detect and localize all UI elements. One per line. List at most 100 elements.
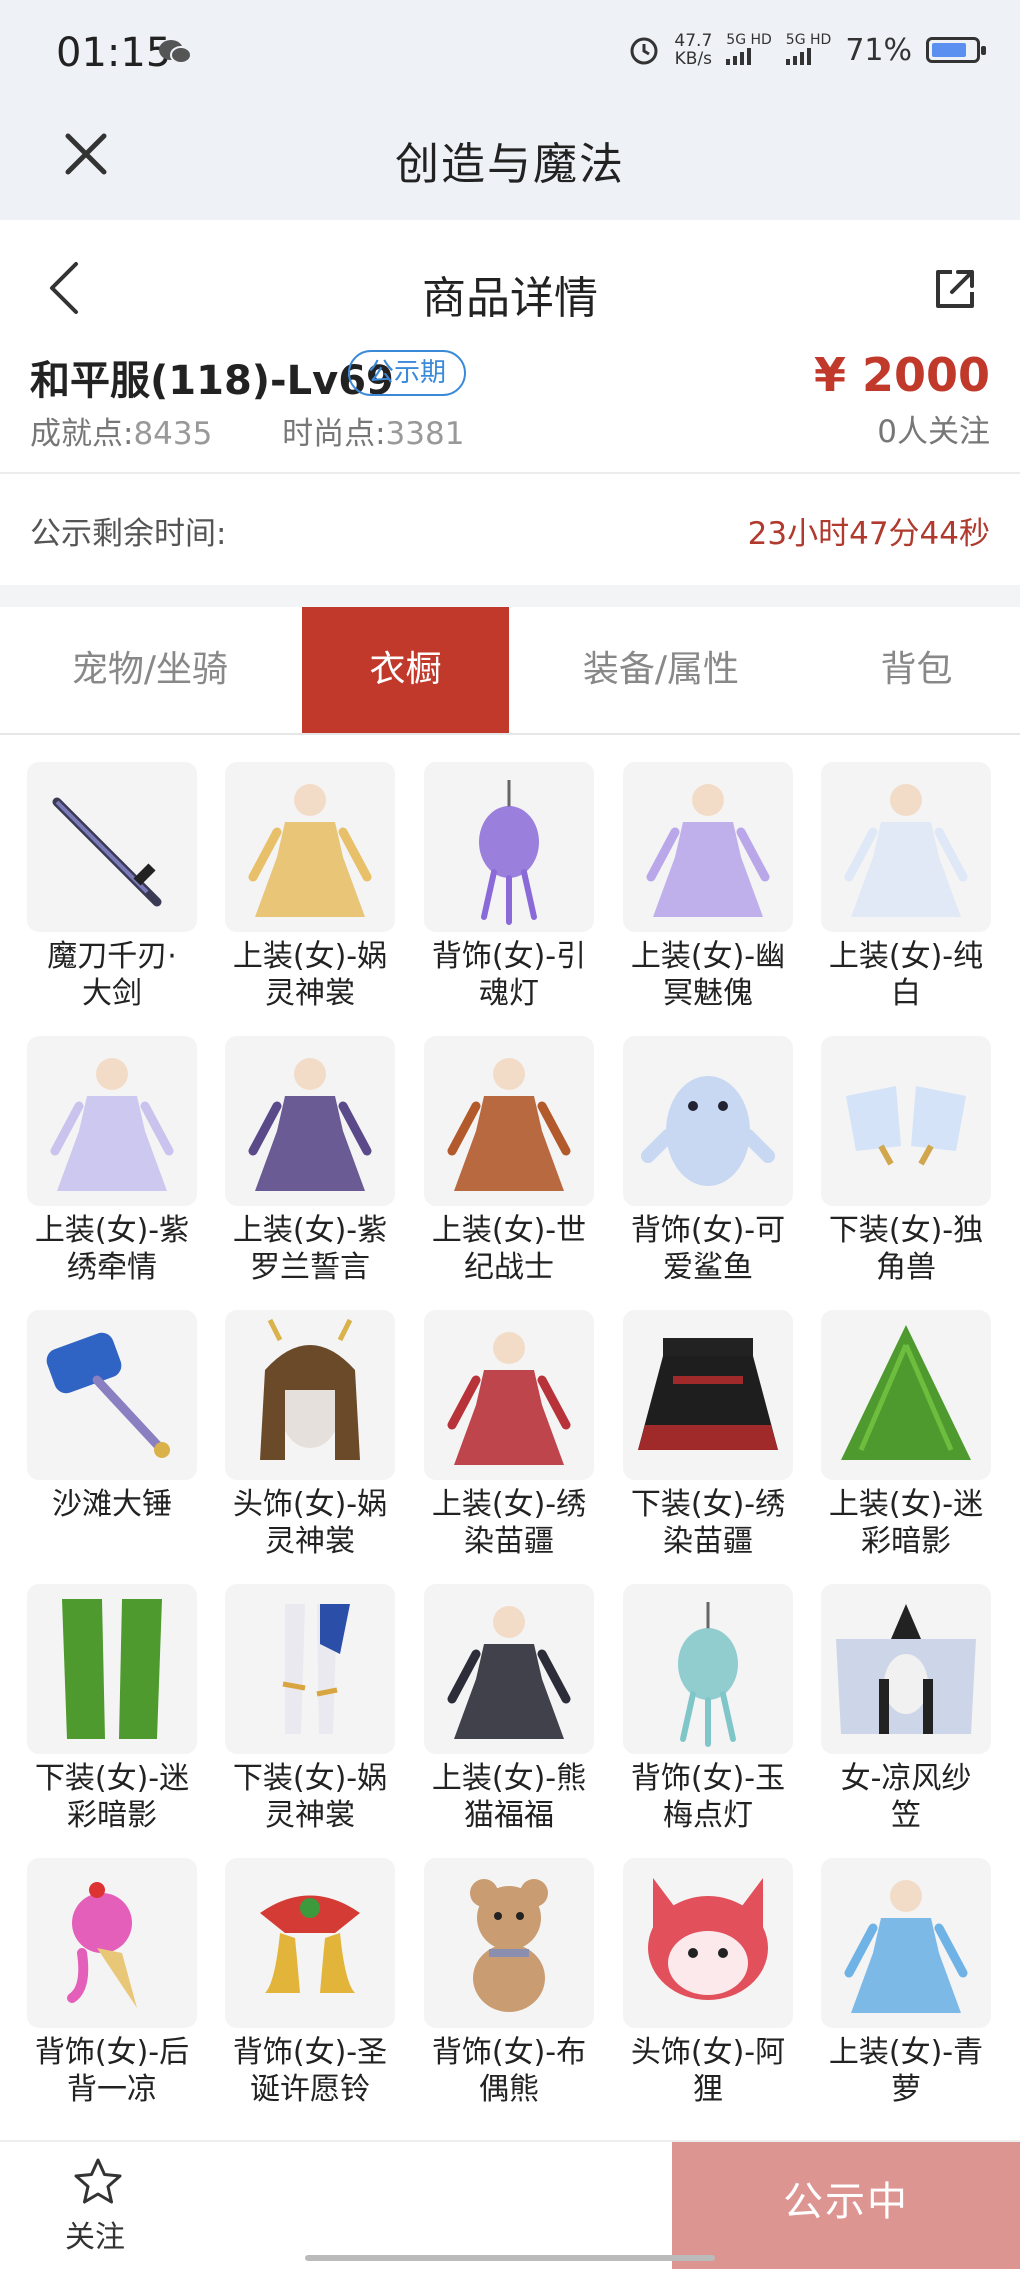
follow-button[interactable]: 关注 <box>0 2142 190 2269</box>
item-name: 下装(女)-独 角兽 <box>828 1213 984 1285</box>
bottom-bar: 关注 公示中 <box>0 2140 1020 2269</box>
wardrobe-item[interactable]: 女-凉风纱笠 <box>818 1584 994 1834</box>
wardrobe-item[interactable]: 背饰(女)-后 背一凉 <box>24 1858 200 2108</box>
star-icon <box>74 2158 122 2204</box>
status-time: 01:15 <box>56 30 172 76</box>
wardrobe-item[interactable]: 下装(女)-娲 灵神裳 <box>222 1584 398 1834</box>
item-thumbnail <box>623 1584 793 1754</box>
wardrobe-item[interactable]: 上装(女)-熊 猫福福 <box>421 1584 597 1834</box>
wardrobe-item[interactable]: 背饰(女)-引 魂灯 <box>421 762 597 1012</box>
item-thumbnail <box>424 762 594 932</box>
wardrobe-item[interactable]: 上装(女)-幽 冥魅傀 <box>620 762 796 1012</box>
tab-backpack[interactable]: 背包 <box>813 607 1020 733</box>
item-thumbnail <box>27 1584 197 1754</box>
publicity-button[interactable]: 公示中 <box>672 2142 1020 2269</box>
item-thumbnail <box>225 762 395 932</box>
status-indicators: 47.7 KB/s 5G HD 5G HD 71% <box>628 31 986 68</box>
page-title: 商品详情 <box>422 273 598 324</box>
item-name: 背饰(女)-可 爱鲨鱼 <box>630 1213 786 1285</box>
item-name: 背饰(女)-玉 梅点灯 <box>630 1761 786 1833</box>
item-thumbnail <box>225 1310 395 1480</box>
item-name: 下装(女)-娲 灵神裳 <box>232 1761 388 1833</box>
item-thumbnail <box>27 1036 197 1206</box>
wardrobe-item[interactable]: 背饰(女)-可 爱鲨鱼 <box>620 1036 796 1286</box>
battery-icon <box>926 37 986 63</box>
wardrobe-item[interactable]: 上装(女)-紫 罗兰誓言 <box>222 1036 398 1286</box>
item-thumbnail <box>424 1310 594 1480</box>
item-thumbnail <box>225 1584 395 1754</box>
item-name: 上装(女)-熊 猫福福 <box>431 1761 587 1833</box>
wardrobe-item[interactable]: 上装(女)-世 纪战士 <box>421 1036 597 1286</box>
wardrobe-item[interactable]: 上装(女)-迷 彩暗影 <box>818 1310 994 1560</box>
countdown-label: 公示剩余时间: <box>30 516 227 552</box>
wardrobe-item[interactable]: 下装(女)-独 角兽 <box>818 1036 994 1286</box>
wardrobe-item[interactable]: 头饰(女)-阿狸 <box>620 1858 796 2108</box>
product-price: ¥ 2000 <box>813 348 990 402</box>
network-speed: 47.7 KB/s <box>674 32 712 68</box>
dress-icon <box>248 1058 372 1191</box>
item-name: 上装(女)-青萝 <box>828 2035 984 2107</box>
item-name: 背饰(女)-圣 诞许愿铃 <box>232 2035 388 2107</box>
item-name: 下装(女)-绣 染苗疆 <box>630 1487 786 1559</box>
bear-icon <box>470 1879 548 2012</box>
item-thumbnail <box>225 1036 395 1206</box>
wardrobe-item[interactable]: 上装(女)-青萝 <box>818 1858 994 2108</box>
item-name: 上装(女)-紫 罗兰誓言 <box>232 1213 388 1285</box>
item-thumbnail <box>424 1036 594 1206</box>
item-thumbnail <box>623 1858 793 2028</box>
speed-unit: KB/s <box>674 49 713 69</box>
follower-count: 0人关注 <box>877 414 990 450</box>
item-thumbnail <box>225 1858 395 2028</box>
wardrobe-item[interactable]: 下装(女)-迷 彩暗影 <box>24 1584 200 1834</box>
item-thumbnail <box>27 1858 197 2028</box>
countdown-value: 23小时47分44秒 <box>747 516 990 552</box>
wardrobe-item[interactable]: 上装(女)-绣 染苗疆 <box>421 1310 597 1560</box>
wardrobe-item[interactable]: 沙滩大锤 <box>24 1310 200 1523</box>
detail-header: 商品详情 <box>0 222 1020 350</box>
tab-pets-mounts[interactable]: 宠物/坐骑 <box>0 607 300 733</box>
tab-equipment-attributes[interactable]: 装备/属性 <box>509 607 813 733</box>
wardrobe-item[interactable]: 背饰(女)-玉 梅点灯 <box>620 1584 796 1834</box>
dress-icon <box>844 784 968 917</box>
app-bar: 创造与魔法 <box>0 110 1020 220</box>
wardrobe-item[interactable]: 下装(女)-绣 染苗疆 <box>620 1310 796 1560</box>
wardrobe-item[interactable]: 上装(女)-紫 绣牵情 <box>24 1036 200 1286</box>
wardrobe-item[interactable]: 上装(女)-纯白 <box>818 762 994 1012</box>
dress-icon <box>50 1058 174 1191</box>
item-name: 上装(女)-幽 冥魅傀 <box>630 939 786 1011</box>
wardrobe-item[interactable]: 头饰(女)-娲 灵神裳 <box>222 1310 398 1560</box>
status-badge: 公示期 <box>348 350 467 396</box>
follow-label: 关注 <box>65 2220 125 2255</box>
fashion-label: 时尚点: <box>282 416 386 452</box>
wardrobe-item[interactable]: 上装(女)-娲 灵神裳 <box>222 762 398 1012</box>
item-thumbnail <box>821 1310 991 1480</box>
wardrobe-item[interactable]: 魔刀千刃· 大剑 <box>24 762 200 1012</box>
fashion-value: 3381 <box>385 416 465 452</box>
alarm-icon <box>630 37 658 65</box>
category-tabs: 宠物/坐骑 衣橱 装备/属性 背包 <box>0 607 1020 735</box>
signal-bars-icon <box>726 47 752 65</box>
legs-icon <box>282 1604 350 1734</box>
item-name: 上装(女)-娲 灵神裳 <box>232 939 388 1011</box>
leaf-icon <box>841 1325 971 1460</box>
item-name: 背饰(女)-布 偶熊 <box>431 2035 587 2107</box>
share-icon[interactable] <box>932 266 978 312</box>
speed-value: 47.7 <box>674 31 713 51</box>
hat-icon <box>836 1604 976 1734</box>
signal-bars-icon <box>785 47 811 65</box>
item-thumbnail <box>821 1036 991 1206</box>
achievement-label: 成就点: <box>30 416 134 452</box>
shark-icon <box>641 1076 775 1186</box>
item-thumbnail <box>623 762 793 932</box>
pants-icon <box>62 1599 162 1739</box>
status-bar: 01:15 47.7 KB/s 5G HD 5G HD 71% <box>0 0 1020 110</box>
item-name: 上装(女)-世 纪战士 <box>431 1213 587 1285</box>
wechat-icon <box>159 40 192 64</box>
tab-wardrobe[interactable]: 衣橱 <box>302 607 509 733</box>
item-thumbnail <box>424 1858 594 2028</box>
wardrobe-item[interactable]: 背饰(女)-布 偶熊 <box>421 1858 597 2108</box>
sim1-label: 5G HD <box>726 31 772 48</box>
wardrobe-item[interactable]: 背饰(女)-圣 诞许愿铃 <box>222 1858 398 2108</box>
dress-icon <box>447 1606 571 1739</box>
item-name: 上装(女)-绣 染苗疆 <box>431 1487 587 1559</box>
